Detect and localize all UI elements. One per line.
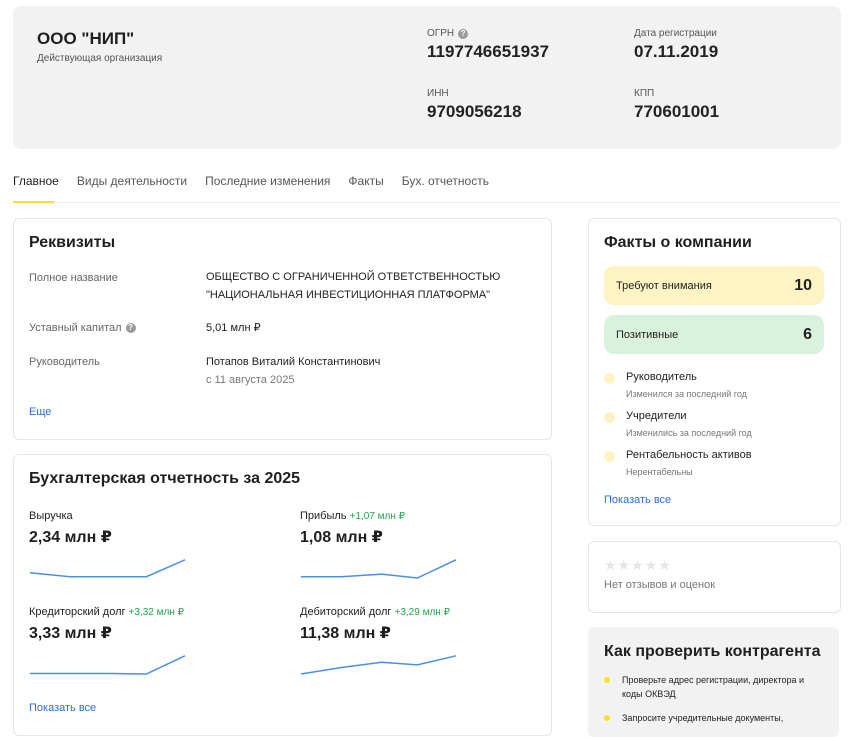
reg-date-label: Дата регистрации xyxy=(634,28,717,39)
inn-label: ИНН xyxy=(427,88,449,99)
full-name-line2: "НАЦИОНАЛЬНАЯ ИНВЕСТИЦИОННАЯ ПЛАТФОРМА" xyxy=(206,289,491,301)
metric-profit: Прибыль +1,07 млн ₽ 1,08 млн ₽ xyxy=(300,510,540,547)
bullet-icon xyxy=(604,715,610,721)
reviews-empty-text: Нет отзывов и оценок xyxy=(604,579,716,591)
metric-value: 1,08 млн ₽ xyxy=(300,529,383,546)
accounting-card xyxy=(13,454,552,736)
sparkline-payables xyxy=(30,655,186,675)
fact-head-sub: Изменился за последний год xyxy=(626,389,747,399)
facts-show-all[interactable]: Показать все xyxy=(604,494,671,506)
fact-marker-icon xyxy=(604,451,615,462)
check-title: Как проверить контрагента xyxy=(604,643,821,660)
capital-label-row: Уставный капитал ? xyxy=(29,322,136,334)
metric-value: 11,38 млн ₽ xyxy=(300,625,391,642)
positive-count: 6 xyxy=(803,325,812,343)
more-link[interactable]: Еще xyxy=(29,406,51,418)
full-name-line1: ОБЩЕСТВО С ОГРАНИЧЕННОЙ ОТВЕТСТВЕННОСТЬЮ xyxy=(206,271,501,283)
fact-marker-icon xyxy=(604,373,615,384)
metric-payables: Кредиторский долг +3,32 млн ₽ 3,33 млн ₽ xyxy=(29,606,289,643)
reg-date-value: 07.11.2019 xyxy=(634,42,719,61)
help-icon[interactable]: ? xyxy=(125,323,136,333)
company-name: ООО "НИП" xyxy=(37,29,135,48)
fact-marker-icon xyxy=(604,412,615,423)
inn-block: ИНН 9709056218 xyxy=(427,88,522,122)
capital-label: Уставный капитал xyxy=(29,322,122,334)
active-tab-indicator xyxy=(13,201,54,203)
metric-label: Выручка xyxy=(29,510,73,522)
metric-value: 2,34 млн ₽ xyxy=(29,529,112,546)
full-name-label: Полное название xyxy=(29,272,118,284)
attention-count: 10 xyxy=(794,276,812,294)
fact-founders-sub: Изменились за последний год xyxy=(626,428,752,438)
ogrn-block: ОГРН? 1197746651937 xyxy=(427,28,549,62)
metric-receivables: Дебиторский долг +3,29 млн ₽ 11,38 млн ₽ xyxy=(300,606,540,643)
metric-value: 3,33 млн ₽ xyxy=(29,625,112,642)
rating-stars-icon[interactable]: ★★★★★ xyxy=(604,557,672,574)
tabs-divider xyxy=(13,202,841,203)
metric-label: Кредиторский долг +3,32 млн ₽ xyxy=(29,606,185,618)
full-name-value: ОБЩЕСТВО С ОГРАНИЧЕННОЙ ОТВЕТСТВЕННОСТЬЮ… xyxy=(206,268,500,304)
tab-changes[interactable]: Последние изменения xyxy=(205,174,348,202)
head-name: Потапов Виталий Константинович xyxy=(206,356,381,368)
accounting-show-all[interactable]: Показать все xyxy=(29,702,96,714)
reg-date-block: Дата регистрации 07.11.2019 xyxy=(634,28,718,62)
kpp-label: КПП xyxy=(634,88,655,99)
bullet-icon xyxy=(604,677,610,683)
sparkline-profit xyxy=(301,559,457,579)
ogrn-label: ОГРН xyxy=(427,28,455,39)
check-tip: Проверьте адрес регистрации, директора и… xyxy=(622,675,805,699)
attention-label: Требуют внимания xyxy=(616,279,712,292)
kpp-value: 770601001 xyxy=(634,102,720,121)
attention-pill[interactable]: Требуют внимания 10 xyxy=(604,266,824,305)
fact-founders-title: Учредители xyxy=(626,410,687,422)
fact-profitability-title: Рентабельность активов xyxy=(626,449,752,461)
requisites-title: Реквизиты xyxy=(29,234,116,251)
ogrn-value: 1197746651937 xyxy=(427,42,549,61)
head-label: Руководитель xyxy=(29,356,100,368)
fact-profitability-sub: Нерентабельны xyxy=(626,467,693,477)
sparkline-receivables xyxy=(300,655,457,675)
sparkline-revenue xyxy=(29,559,186,578)
reviews-card xyxy=(588,541,841,613)
kpp-block: КПП 770601001 xyxy=(634,88,719,122)
metric-label: Дебиторский долг +3,29 млн ₽ xyxy=(300,606,450,618)
accounting-title: Бухгалтерская отчетность за 2025 xyxy=(29,470,301,487)
help-icon[interactable]: ? xyxy=(458,28,469,39)
capital-value: 5,01 млн ₽ xyxy=(206,322,261,334)
head-since: с 11 августа 2025 xyxy=(206,374,295,386)
facts-title: Факты о компании xyxy=(604,234,752,251)
metric-label: Прибыль +1,07 млн ₽ xyxy=(300,510,406,522)
tab-main[interactable]: Главное xyxy=(13,174,77,202)
company-status: Действующая организация xyxy=(37,53,163,64)
tab-facts[interactable]: Факты xyxy=(348,174,401,202)
metric-revenue: Выручка 2,34 млн ₽ xyxy=(29,510,229,547)
tab-activities[interactable]: Виды деятельности xyxy=(77,174,205,202)
tab-accounting[interactable]: Бух. отчетность xyxy=(402,174,507,202)
positive-pill[interactable]: Позитивные 6 xyxy=(604,315,824,354)
inn-value: 9709056218 xyxy=(427,102,522,121)
tab-bar: Главное Виды деятельности Последние изме… xyxy=(13,174,507,202)
fact-head-title: Руководитель xyxy=(626,371,697,383)
positive-label: Позитивные xyxy=(616,328,679,341)
